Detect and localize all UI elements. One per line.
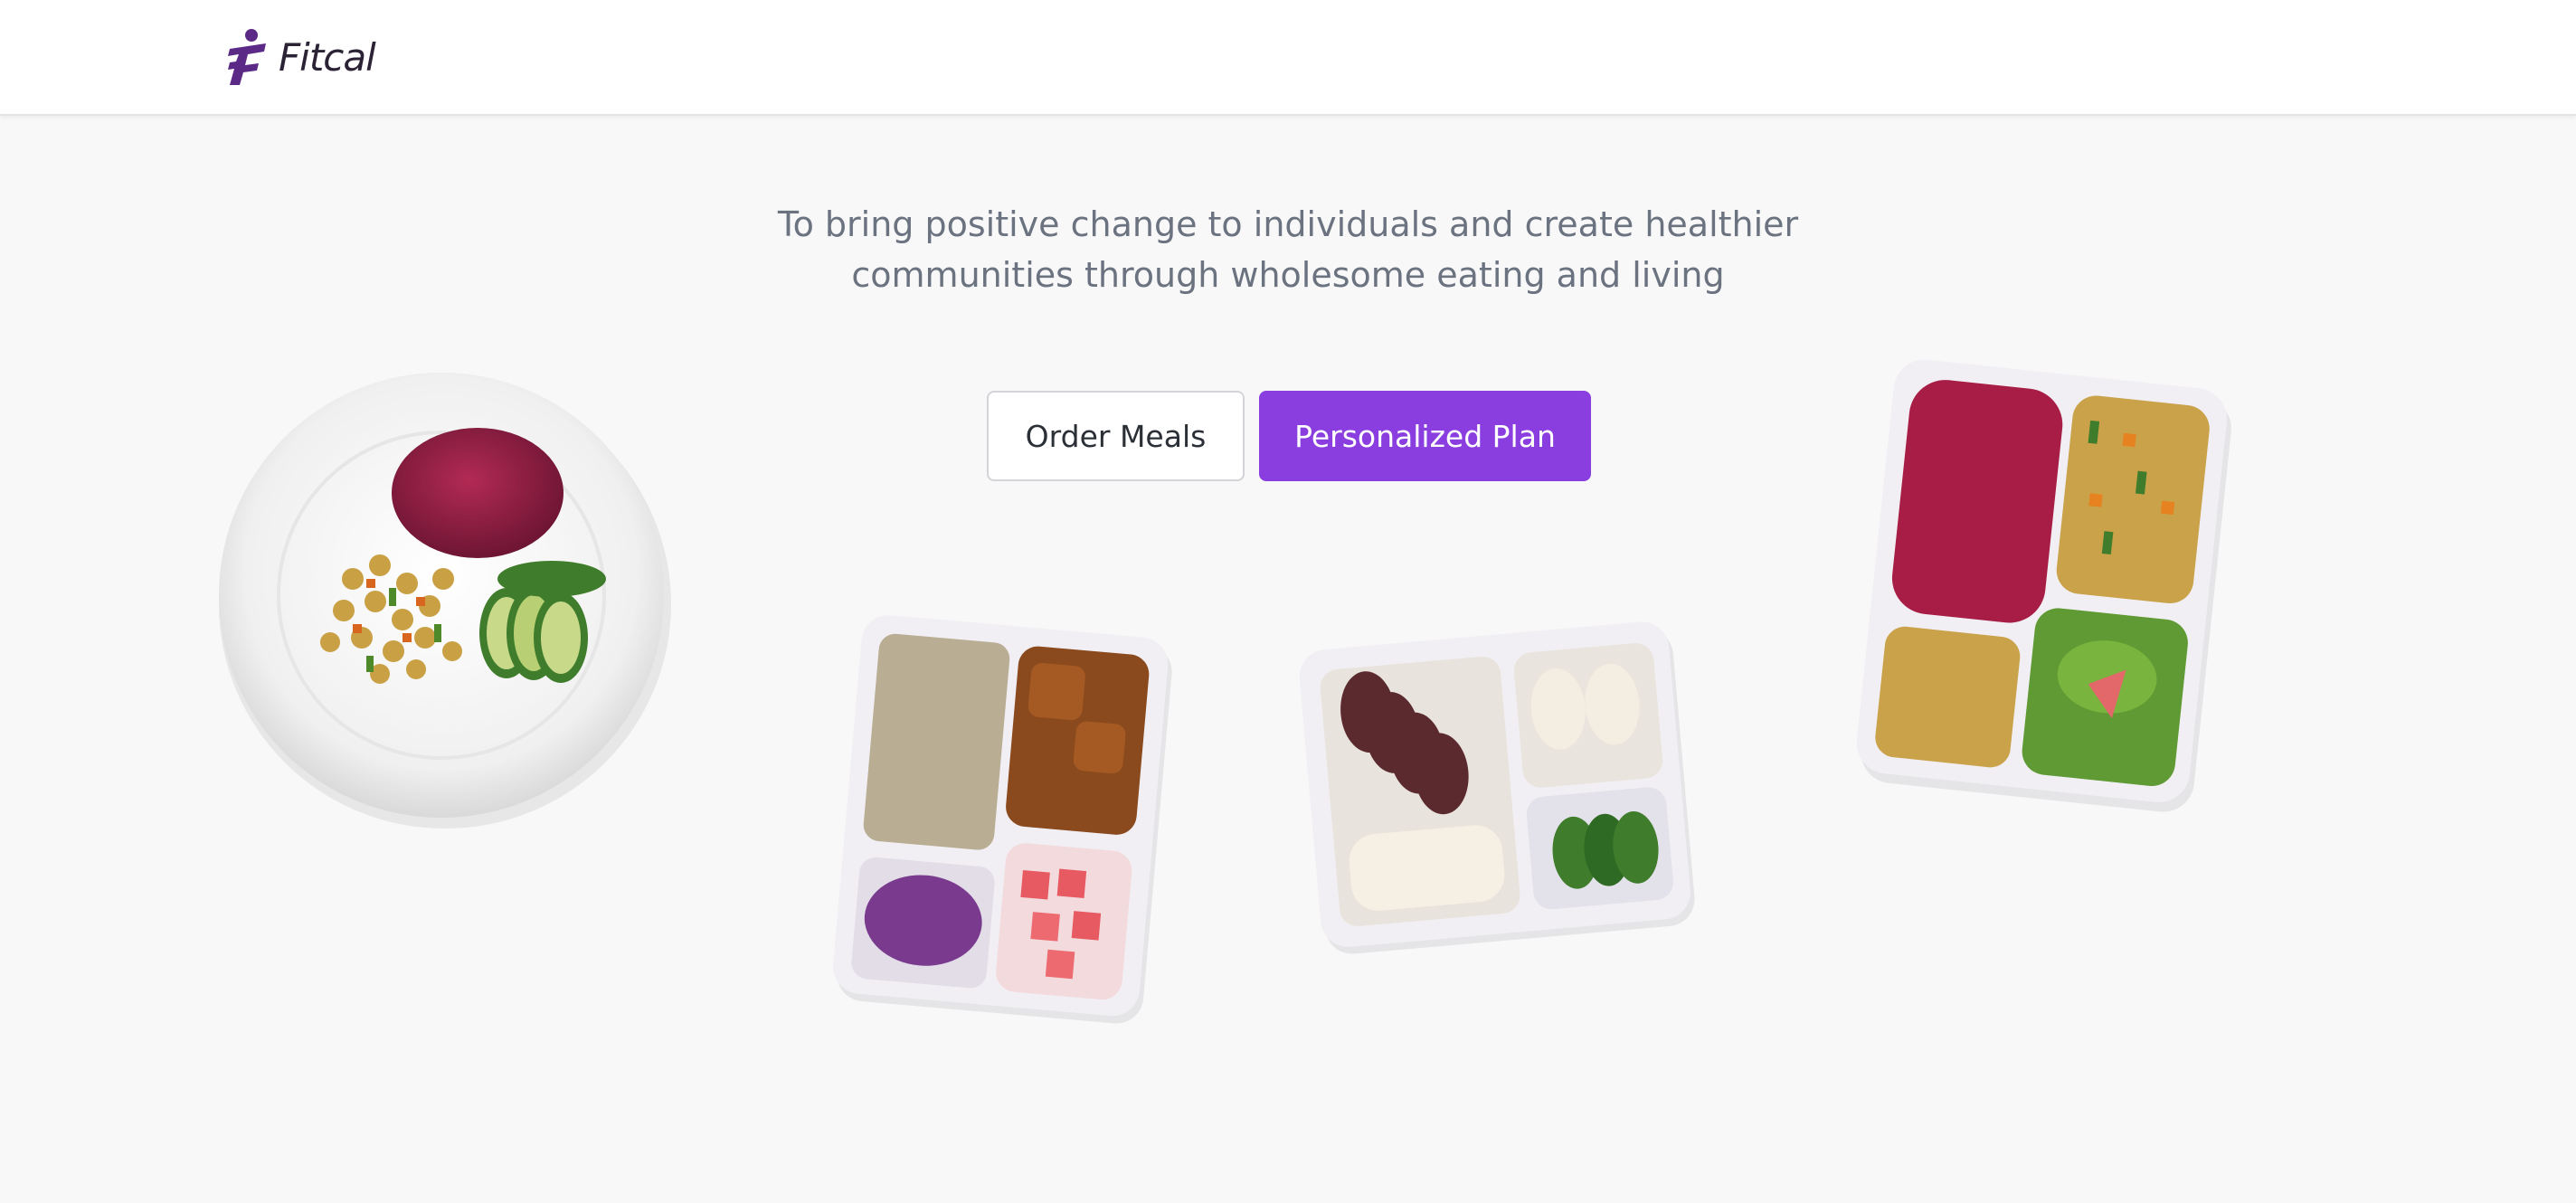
- top-navbar: Fitcal: [0, 0, 2576, 116]
- order-meals-button[interactable]: Order Meals: [987, 391, 1245, 481]
- meal-tray-curry-image: [832, 615, 1172, 1024]
- meal-tray-salad-image: [1856, 359, 2231, 812]
- meal-tray-beef-image: [1299, 621, 1695, 954]
- brand-name: Fitcal: [279, 34, 376, 80]
- tagline-line-2: communities through wholesome eating and…: [851, 255, 1725, 295]
- hero-tagline: To bring positive change to individuals …: [745, 199, 1831, 300]
- brand-logo[interactable]: Fitcal: [221, 25, 376, 89]
- meal-plate-image: [219, 373, 671, 829]
- tagline-line-1: To bring positive change to individuals …: [777, 204, 1799, 244]
- runner-logo-icon: [228, 29, 266, 85]
- personalized-plan-button[interactable]: Personalized Plan: [1259, 391, 1591, 481]
